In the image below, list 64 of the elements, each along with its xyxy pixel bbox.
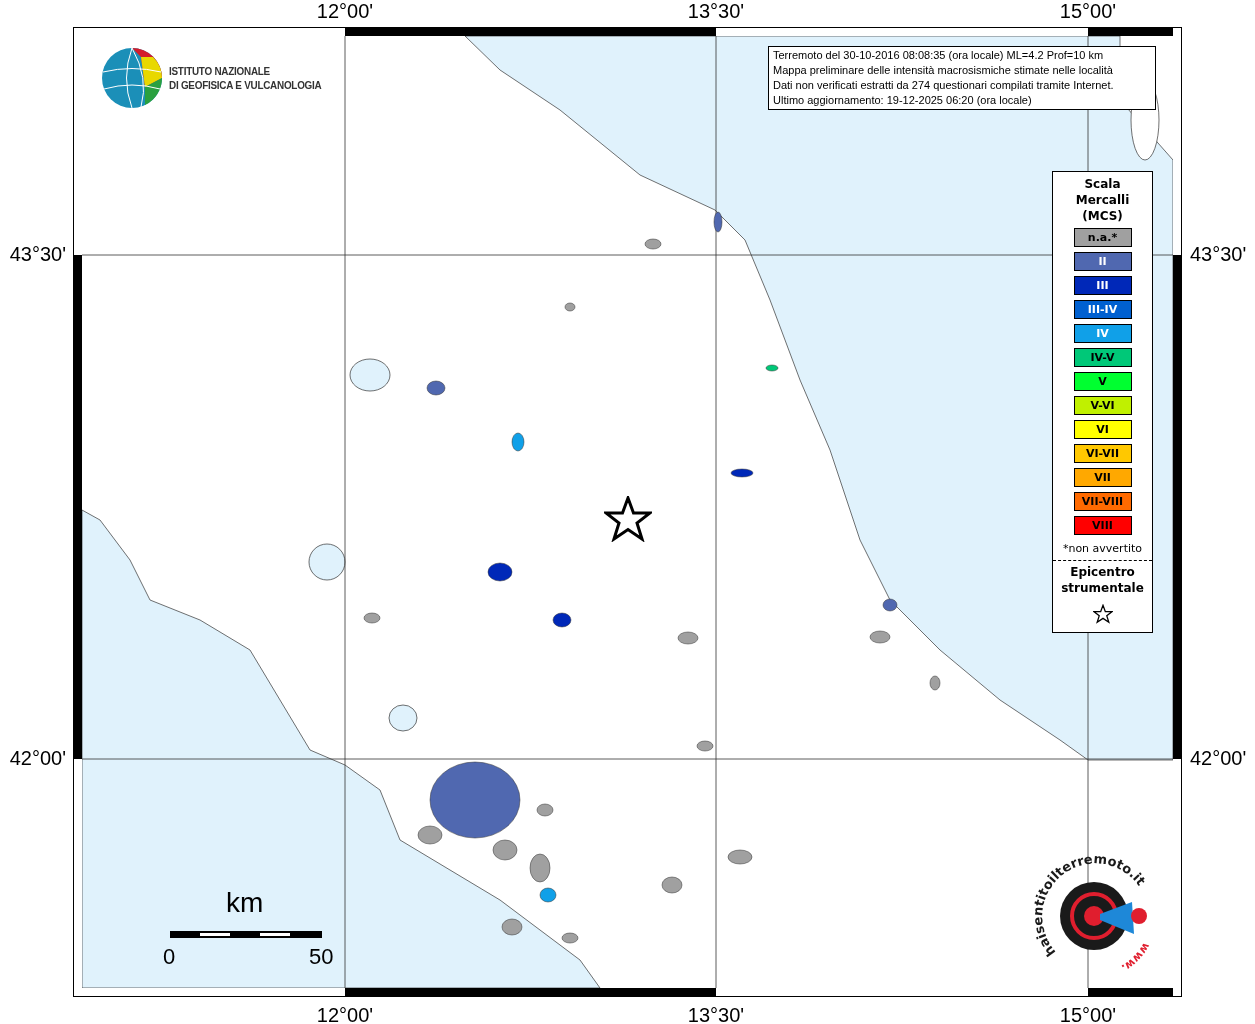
axis-label: 13°30' [687, 1, 745, 21]
town-area [727, 849, 753, 865]
intensity-swatch: VII-VIII [1073, 492, 1132, 511]
axis-label: 12°00' [316, 1005, 374, 1024]
town-area [536, 803, 554, 817]
scale-label: 50 [309, 946, 334, 968]
legend-note: *non avvertito [1062, 541, 1143, 557]
axis-label: 15°00' [1059, 1, 1117, 21]
town-area [730, 468, 754, 478]
axis-label: 12°00' [316, 1, 374, 21]
axis-label: 43°30' [9, 244, 66, 264]
town-area [564, 302, 576, 312]
intensity-swatch: VII [1073, 468, 1132, 487]
scale-unit: km [226, 889, 264, 917]
intensity-swatch: VI-VII [1073, 444, 1132, 463]
legend-title: (MCS) [1082, 208, 1123, 224]
town-area [661, 876, 683, 894]
institute-name: ISTITUTO NAZIONALE [169, 64, 271, 78]
town-area [869, 630, 891, 644]
intensity-swatch: IV-V [1073, 348, 1132, 367]
town-area [929, 675, 941, 691]
town-area [644, 238, 662, 250]
intensity-swatch: VI [1073, 420, 1132, 439]
lake [388, 704, 418, 732]
scale-label: 0 [163, 946, 176, 968]
legend-title: Scala [1084, 176, 1121, 192]
town-area [501, 918, 523, 936]
axis-label: 42°00' [9, 748, 66, 768]
town-area [539, 887, 557, 903]
intensity-swatch: II [1073, 252, 1132, 271]
town-area [529, 853, 551, 883]
intensity-swatch: III [1073, 276, 1132, 295]
intensity-swatch: IV [1073, 324, 1132, 343]
intensity-swatch: VIII [1073, 516, 1132, 535]
town-area [487, 562, 513, 582]
intensity-swatch: V [1073, 372, 1132, 391]
town-area [696, 740, 714, 752]
town-area [677, 631, 699, 645]
info-text: Dati non verificati estratti da 274 questionari compilati tramite Internet. [773, 78, 1115, 93]
town-area [561, 932, 579, 944]
axis-label: 42°00' [1190, 748, 1247, 768]
globe-logo-icon [101, 47, 163, 109]
town-area [765, 364, 779, 372]
institute-name: DI GEOFISICA E VULCANOLOGIA [169, 78, 322, 92]
axis-label: 13°30' [687, 1005, 745, 1024]
intensity-swatch: V-VI [1073, 396, 1132, 415]
axis-label: 43°30' [1190, 244, 1247, 264]
town-area [363, 612, 381, 624]
town-area [511, 432, 525, 452]
intensity-swatch: n.a.* [1073, 228, 1132, 247]
town-area [426, 380, 446, 396]
epicenter-star-icon [604, 496, 652, 542]
info-text: Terremoto del 30-10-2016 08:08:35 (ora locale) ML=4.2 Prof=10 km [773, 48, 1105, 63]
intensity-swatch: III-IV [1073, 300, 1132, 319]
info-text: Mappa preliminare delle intensità macrosismiche stimate nelle località [773, 63, 1114, 78]
legend-title: Mercalli [1075, 192, 1130, 208]
town-area [882, 598, 898, 612]
star-icon [1092, 604, 1113, 624]
legend-label: Epicentro [1070, 564, 1135, 580]
legend-label: strumentale [1061, 580, 1144, 596]
town-area [552, 612, 572, 628]
info-text: Ultimo aggiornamento: 19-12-2025 06:20 (ora locale) [773, 93, 1033, 108]
lake [349, 358, 391, 392]
axis-label: 15°00' [1059, 1005, 1117, 1024]
